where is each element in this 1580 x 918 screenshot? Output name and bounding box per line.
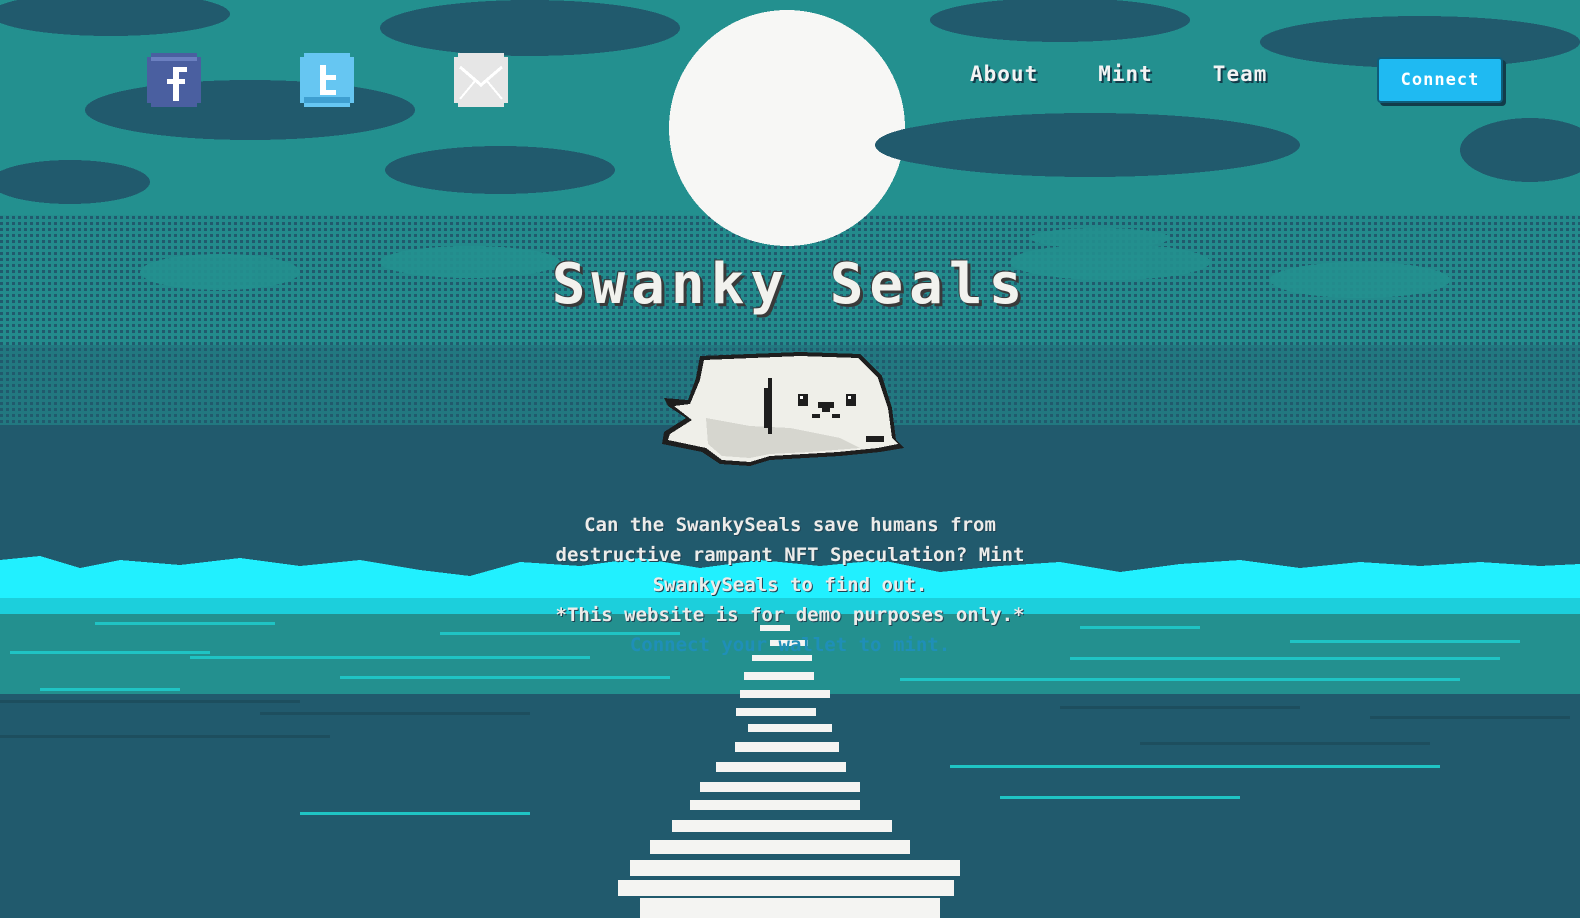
twitter-link[interactable] (300, 53, 354, 107)
email-link[interactable] (454, 53, 508, 107)
nav-link-team[interactable]: Team (1213, 62, 1268, 86)
twitter-icon (300, 53, 354, 107)
facebook-link[interactable] (147, 53, 201, 107)
mail-icon (454, 53, 508, 107)
facebook-icon (147, 53, 201, 107)
page-title: Swanky Seals (551, 252, 1029, 317)
intro-text-block: Can the SwankySeals save humans from des… (530, 510, 1050, 660)
intro-description: Can the SwankySeals save humans from des… (555, 514, 1025, 596)
seal-mascot-image (660, 348, 910, 470)
connect-wallet-button[interactable]: Connect (1377, 57, 1503, 103)
demo-disclaimer: *This website is for demo purposes only.… (555, 604, 1025, 626)
wallet-prompt-link[interactable]: Connect your wallet to mint. (530, 630, 1050, 660)
main-nav: About Mint Team (970, 62, 1327, 86)
nav-link-mint[interactable]: Mint (1098, 62, 1153, 86)
nav-link-about[interactable]: About (970, 62, 1038, 86)
